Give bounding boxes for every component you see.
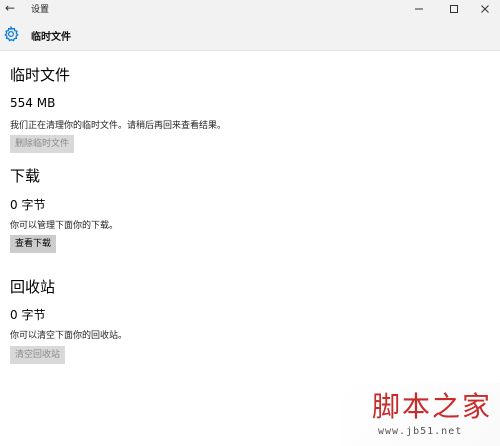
back-arrow-icon: ← — [4, 1, 16, 15]
temp-files-heading: 临时文件 — [10, 66, 71, 84]
recycle-bin-description: 你可以清空下面你的回收站。 — [10, 331, 128, 341]
downloads-heading: 下载 — [10, 167, 41, 185]
minimize-button[interactable] — [404, 0, 434, 18]
gear-icon — [4, 26, 19, 42]
downloads-description: 你可以管理下面你的下载。 — [10, 221, 119, 231]
temp-files-size: 554 MB — [10, 96, 56, 110]
delete-temp-files-button[interactable]: 删除临时文件 — [10, 135, 75, 153]
temp-files-description: 我们正在清理你的临时文件。请稍后再回来查看结果。 — [10, 121, 227, 131]
maximize-icon — [450, 5, 458, 13]
window-title: 设置 — [31, 5, 50, 15]
page-header: 临时文件 — [0, 18, 500, 51]
settings-window: ← 设置 临时文件 临时文件 554 MB 我们正在清理你的临时文件。请稍后再回… — [0, 0, 500, 446]
close-button[interactable] — [470, 0, 500, 18]
recycle-bin-heading: 回收站 — [10, 278, 56, 296]
back-button[interactable]: ← — [3, 1, 17, 15]
watermark-logo: 脚本之家 — [372, 390, 493, 423]
downloads-size: 0 字节 — [10, 198, 46, 212]
minimize-icon — [415, 8, 423, 10]
recycle-bin-size: 0 字节 — [10, 308, 46, 322]
maximize-button[interactable] — [439, 0, 469, 18]
close-icon — [481, 5, 489, 13]
page-title: 临时文件 — [31, 32, 71, 43]
watermark-url: www.jb51.net — [378, 426, 463, 437]
empty-recycle-bin-button[interactable]: 清空回收站 — [10, 346, 66, 364]
title-bar: ← 设置 — [0, 0, 500, 18]
view-downloads-button[interactable]: 查看下载 — [10, 235, 57, 253]
